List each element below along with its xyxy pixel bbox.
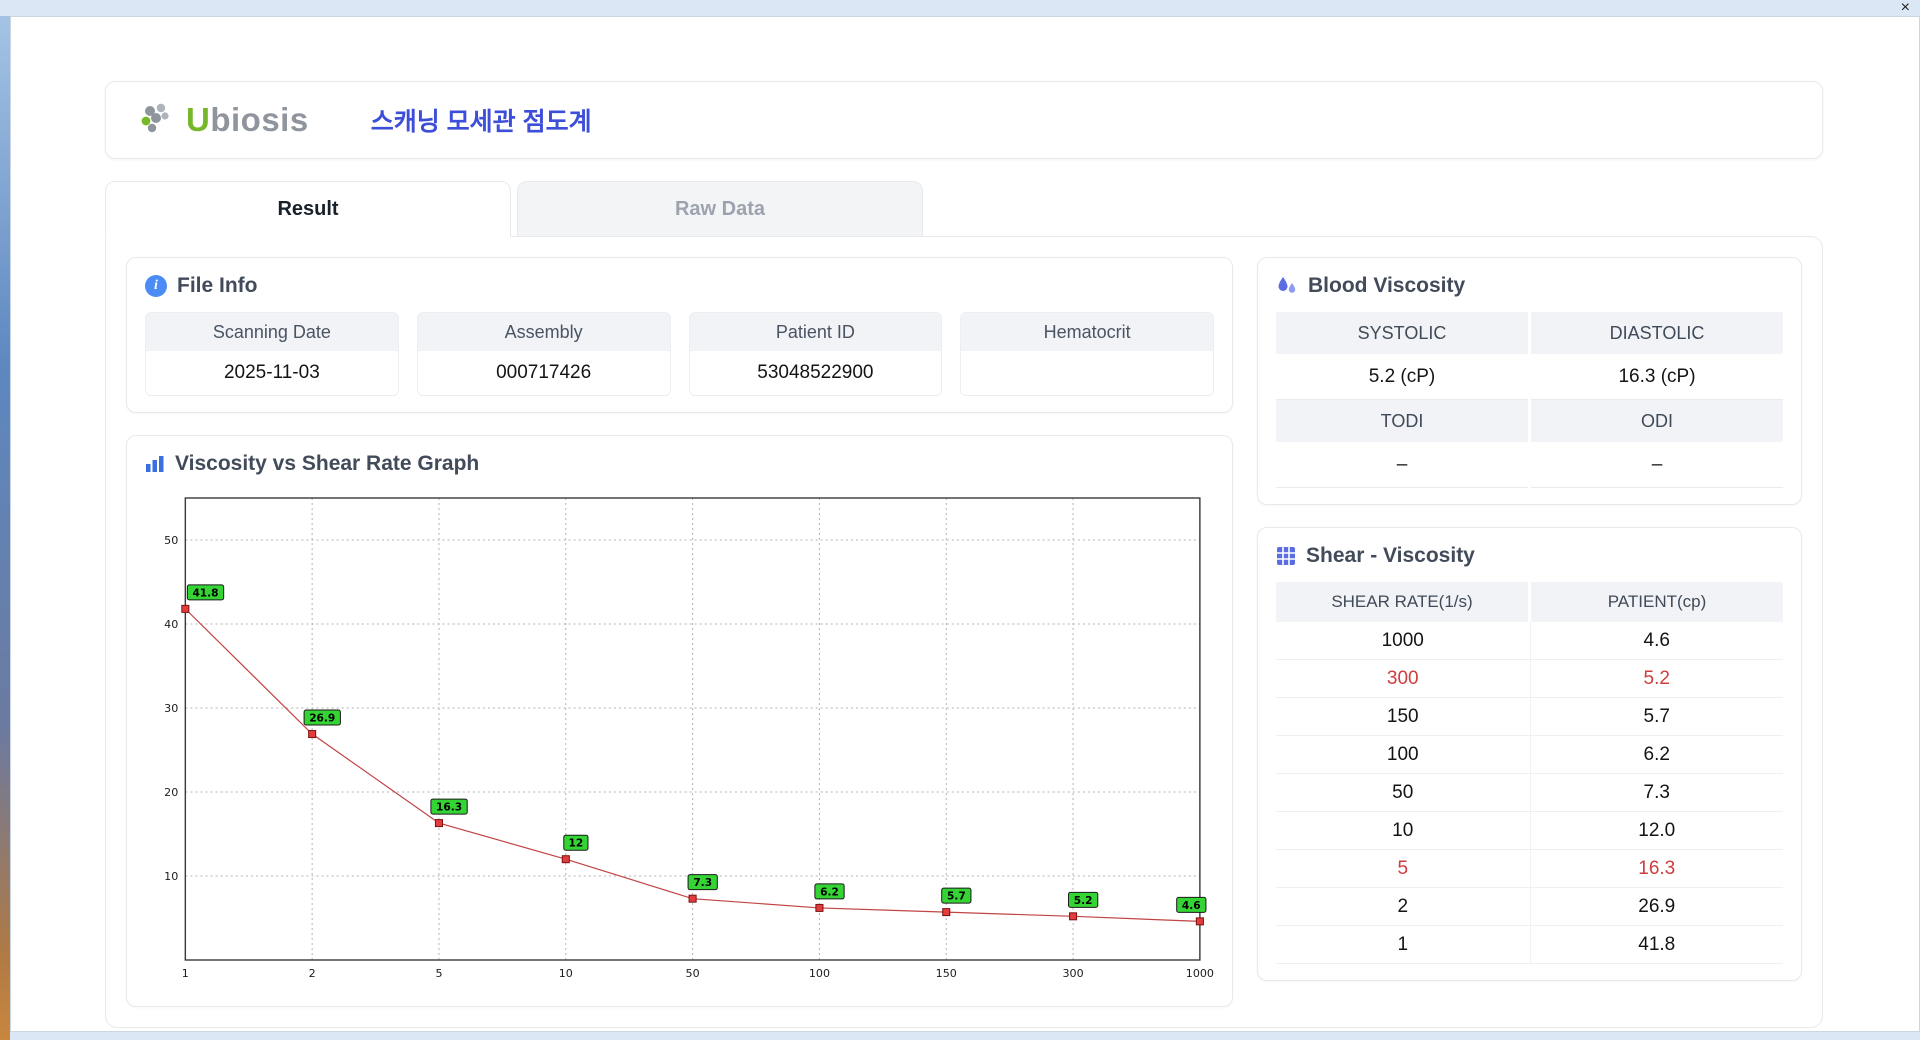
diastolic-value: 16.3 (cP) xyxy=(1531,354,1783,400)
svg-text:10: 10 xyxy=(559,967,573,980)
svg-text:5: 5 xyxy=(435,967,442,980)
svg-text:300: 300 xyxy=(1062,967,1083,980)
svg-text:26.9: 26.9 xyxy=(309,713,335,725)
svg-text:10: 10 xyxy=(164,870,178,883)
shear-viscosity-card: Shear - Viscosity SHEAR RATE(1/s) PATIEN… xyxy=(1257,527,1802,981)
app-header: Ubiosis 스캐닝 모세관 점도계 xyxy=(105,81,1823,159)
shear-row: 2 26.9 xyxy=(1276,888,1783,926)
patient-column-header: PATIENT(cp) xyxy=(1531,582,1783,622)
shear-row: 5 16.3 xyxy=(1276,850,1783,888)
svg-text:50: 50 xyxy=(686,967,700,980)
field-assembly: Assembly 000717426 xyxy=(416,312,671,396)
blood-viscosity-grid: SYSTOLIC DIASTOLIC 5.2 (cP) 16.3 (cP) TO… xyxy=(1276,312,1783,488)
svg-text:1000: 1000 xyxy=(1186,967,1214,980)
svg-text:6.2: 6.2 xyxy=(820,886,839,898)
systolic-value: 5.2 (cP) xyxy=(1276,354,1528,400)
svg-text:100: 100 xyxy=(809,967,830,980)
tab-bar: Result Raw Data xyxy=(105,181,1823,237)
svg-text:12: 12 xyxy=(569,838,584,850)
table-icon xyxy=(1276,546,1296,566)
systolic-header: SYSTOLIC xyxy=(1276,312,1528,354)
svg-text:30: 30 xyxy=(164,702,178,715)
diastolic-header: DIASTOLIC xyxy=(1531,312,1783,354)
svg-text:41.8: 41.8 xyxy=(192,587,218,599)
field-scanning-date: Scanning Date 2025-11-03 xyxy=(145,312,399,396)
graph-title: Viscosity vs Shear Rate Graph xyxy=(175,452,480,475)
svg-text:50: 50 xyxy=(164,534,178,547)
viscosity-chart: 1 2 5 10 50 100 150 300 1000102030405041.826.916… xyxy=(164,497,1214,980)
shear-viscosity-title: Shear - Viscosity xyxy=(1306,544,1475,567)
shear-row: 1 41.8 xyxy=(1276,926,1783,964)
page-title: 스캐닝 모세관 점도계 xyxy=(370,108,592,136)
droplets-icon xyxy=(1276,275,1298,297)
shear-row: 300 5.2 xyxy=(1276,660,1783,698)
svg-text:150: 150 xyxy=(936,967,957,980)
tab-result[interactable]: Result xyxy=(105,181,511,237)
svg-text:4.6: 4.6 xyxy=(1182,900,1201,912)
bar-chart-icon xyxy=(145,454,165,474)
logo-text-rest: biosis xyxy=(210,101,309,138)
shear-row: 1000 4.6 xyxy=(1276,622,1783,660)
odi-header: ODI xyxy=(1531,400,1783,442)
shear-rate-column-header: SHEAR RATE(1/s) xyxy=(1276,582,1528,622)
svg-text:16.3: 16.3 xyxy=(436,802,462,814)
svg-text:40: 40 xyxy=(164,618,178,631)
info-icon: i xyxy=(145,275,167,297)
close-icon[interactable]: × xyxy=(1901,0,1910,16)
shear-row: 150 5.7 xyxy=(1276,698,1783,736)
svg-text:20: 20 xyxy=(164,786,178,799)
file-info-title: File Info xyxy=(177,274,258,297)
logo: Ubiosis xyxy=(140,101,309,139)
app-window: Ubiosis 스캐닝 모세관 점도계 Result Raw Data i Fi… xyxy=(10,16,1920,1032)
field-hematocrit: Hematocrit xyxy=(960,312,1214,396)
tab-raw-data[interactable]: Raw Data xyxy=(517,181,923,237)
blood-viscosity-title: Blood Viscosity xyxy=(1308,274,1466,297)
shear-row: 50 7.3 xyxy=(1276,774,1783,812)
odi-value: – xyxy=(1531,442,1783,488)
window-title-bar xyxy=(0,0,1920,16)
ubiosis-logo-icon xyxy=(140,101,180,139)
todi-header: TODI xyxy=(1276,400,1528,442)
svg-text:5.2: 5.2 xyxy=(1074,895,1093,907)
logo-text: Ubiosis xyxy=(186,101,309,138)
svg-text:5.7: 5.7 xyxy=(947,891,966,903)
desktop-edge xyxy=(0,0,10,1040)
result-panel: i File Info Scanning Date 2025-11-03 Ass… xyxy=(105,236,1823,1028)
shear-table-header: SHEAR RATE(1/s) PATIENT(cp) xyxy=(1276,582,1783,622)
file-info-card: i File Info Scanning Date 2025-11-03 Ass… xyxy=(126,257,1233,413)
svg-text:1: 1 xyxy=(182,967,189,980)
shear-table-body: 1000 4.6 300 5.2 150 5.7 100 6.2 50 7.3 … xyxy=(1276,622,1783,964)
field-patient-id: Patient ID 53048522900 xyxy=(688,312,943,396)
todi-value: – xyxy=(1276,442,1528,488)
svg-text:7.3: 7.3 xyxy=(693,877,712,889)
shear-row: 100 6.2 xyxy=(1276,736,1783,774)
shear-row: 10 12.0 xyxy=(1276,812,1783,850)
viscosity-graph-card: Viscosity vs Shear Rate Graph 1 2 5 10 50 100… xyxy=(126,435,1233,1007)
svg-text:2: 2 xyxy=(309,967,316,980)
file-info-fields: Scanning Date 2025-11-03 Assembly 000717… xyxy=(145,312,1214,396)
blood-viscosity-card: Blood Viscosity SYSTOLIC DIASTOLIC 5.2 (… xyxy=(1257,257,1802,505)
